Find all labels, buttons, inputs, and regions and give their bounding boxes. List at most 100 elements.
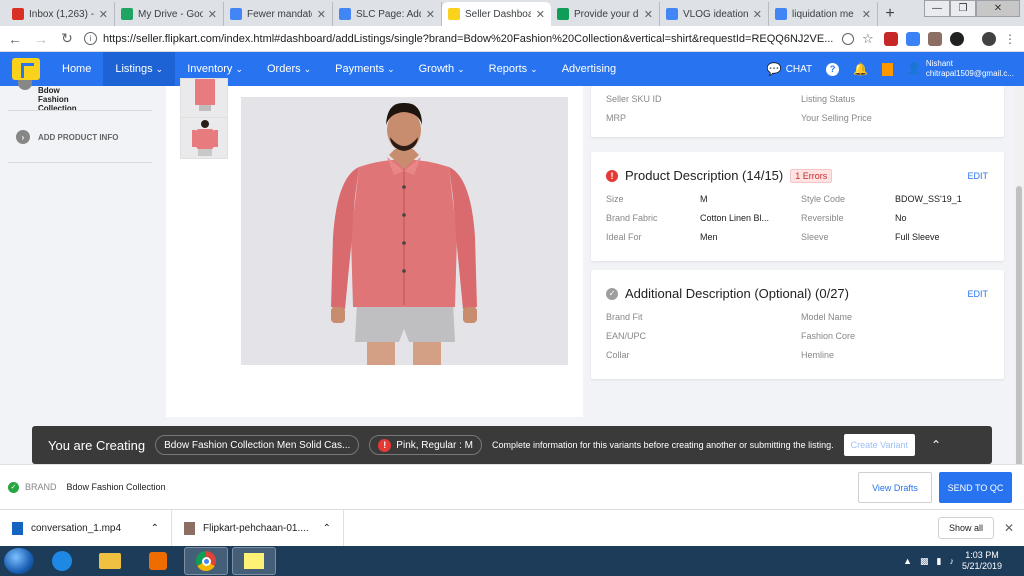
help-icon[interactable]: ? bbox=[826, 62, 840, 76]
start-button[interactable] bbox=[4, 548, 34, 574]
variant-message: Complete information for this variants b… bbox=[492, 440, 834, 450]
video-file-icon bbox=[12, 521, 23, 535]
edit-additional-description-link[interactable]: EDIT bbox=[967, 289, 988, 299]
nav-item-listings[interactable]: Listings ⌄ bbox=[103, 52, 176, 86]
clock[interactable]: 1:03 PM 5/21/2019 bbox=[962, 550, 1002, 572]
extension-icon[interactable] bbox=[950, 31, 964, 46]
address-bar: ← → ↻ i https://seller.flipkart.com/inde… bbox=[0, 26, 1024, 52]
step-add-product-info[interactable]: › ADD PRODUCT INFO bbox=[2, 130, 132, 144]
field-label: Model Name bbox=[801, 312, 853, 322]
nav-item-home[interactable]: Home bbox=[50, 52, 103, 86]
field-label: Brand Fit bbox=[606, 312, 643, 322]
main-product-image[interactable] bbox=[241, 97, 568, 365]
view-drafts-button[interactable]: View Drafts bbox=[858, 472, 932, 503]
send-to-qc-button[interactable]: SEND TO QC bbox=[939, 472, 1012, 503]
close-tab-icon[interactable]: ✕ bbox=[536, 8, 545, 21]
sidebar-divider bbox=[8, 110, 152, 111]
nav-item-growth[interactable]: Growth ⌄ bbox=[407, 52, 477, 86]
show-all-downloads-button[interactable]: Show all bbox=[937, 517, 994, 539]
close-tab-icon[interactable]: ✕ bbox=[862, 8, 871, 21]
user-menu[interactable]: 👤 Nishant chitrapal1509@gmail.c... bbox=[907, 59, 1014, 79]
profile-avatar-icon[interactable] bbox=[982, 31, 996, 46]
flipkart-logo[interactable] bbox=[12, 58, 40, 80]
download-item[interactable]: conversation_1.mp4 ⌃ bbox=[0, 509, 172, 547]
browser-tab[interactable]: My Drive - Goo ✕ bbox=[115, 2, 224, 26]
browser-tab-strip: Inbox (1,263) - ✕ My Drive - Goo ✕ Fewer man… bbox=[0, 0, 1024, 26]
nav-item-orders[interactable]: Orders ⌄ bbox=[255, 52, 323, 86]
download-name: Flipkart-pehchaan-01.... bbox=[203, 522, 309, 534]
location-icon[interactable] bbox=[842, 32, 854, 45]
star-icon[interactable]: ☆ bbox=[862, 31, 876, 46]
chevron-up-icon[interactable]: ⌃ bbox=[931, 438, 941, 452]
close-tab-icon[interactable]: ✕ bbox=[99, 8, 108, 21]
user-name: Nishant bbox=[925, 59, 953, 68]
minimize-button[interactable]: — bbox=[924, 0, 950, 17]
chat-button[interactable]: 💬 CHAT bbox=[767, 62, 812, 76]
image-thumbnail[interactable] bbox=[180, 117, 228, 159]
badge-icon[interactable] bbox=[882, 62, 894, 76]
close-tab-icon[interactable]: ✕ bbox=[317, 8, 326, 21]
browser-tab[interactable]: liquidation me ✕ bbox=[769, 2, 878, 26]
download-item[interactable]: Flipkart-pehchaan-01.... ⌃ bbox=[172, 509, 344, 547]
sticky-notes-icon[interactable] bbox=[232, 547, 276, 575]
create-variant-button[interactable]: Create Variant bbox=[843, 434, 916, 456]
browser-tab[interactable]: Provide your de ✕ bbox=[551, 2, 660, 26]
ie-icon[interactable] bbox=[40, 547, 84, 575]
field-label: Style Code bbox=[801, 194, 846, 204]
close-tab-icon[interactable]: ✕ bbox=[644, 8, 653, 21]
scrollbar-thumb[interactable] bbox=[1016, 186, 1022, 486]
back-icon[interactable]: ← bbox=[6, 31, 24, 47]
explorer-icon[interactable] bbox=[88, 547, 132, 575]
new-tab-button[interactable]: + bbox=[878, 2, 902, 26]
close-tab-icon[interactable]: ✕ bbox=[426, 8, 435, 21]
chevron-down-icon: ⌄ bbox=[530, 63, 538, 74]
browser-tab[interactable]: Fewer mandato ✕ bbox=[224, 2, 333, 26]
chevron-down-icon: ⌄ bbox=[387, 63, 395, 74]
product-name-pill[interactable]: Bdow Fashion Collection Men Solid Cas... bbox=[155, 435, 360, 455]
browser-tab[interactable]: SLC Page: Add ✕ bbox=[333, 2, 442, 26]
nav-item-reports[interactable]: Reports ⌄ bbox=[477, 52, 550, 86]
edit-product-description-link[interactable]: EDIT bbox=[967, 171, 988, 181]
browser-tab[interactable]: VLOG ideation ✕ bbox=[660, 2, 769, 26]
variant-pill[interactable]: ! Pink, Regular : M bbox=[369, 435, 482, 455]
field-value: Cotton Linen Bl... bbox=[700, 213, 770, 223]
close-icon[interactable]: ✕ bbox=[1004, 521, 1014, 535]
flipkart-icon bbox=[448, 8, 460, 20]
browser-tab[interactable]: Seller Dashboa ✕ bbox=[442, 2, 551, 26]
chrome-icon[interactable] bbox=[184, 547, 228, 575]
restore-button[interactable]: ❐ bbox=[950, 0, 976, 17]
network-icon[interactable]: ▩ bbox=[920, 556, 929, 567]
chevron-up-icon[interactable]: ⌃ bbox=[151, 523, 159, 534]
battery-icon[interactable]: ▮ bbox=[937, 556, 942, 567]
forward-icon[interactable]: → bbox=[32, 31, 50, 47]
browser-tab[interactable]: Inbox (1,263) - ✕ bbox=[6, 2, 115, 26]
field-value: Men bbox=[700, 232, 718, 242]
download-name: conversation_1.mp4 bbox=[31, 522, 122, 534]
chevron-up-icon[interactable]: ⌃ bbox=[323, 523, 331, 534]
chat-label: CHAT bbox=[785, 63, 813, 75]
image-thumbnail[interactable] bbox=[180, 78, 228, 120]
extension-icon[interactable] bbox=[928, 31, 942, 46]
page-scrollbar[interactable] bbox=[1014, 86, 1024, 509]
downloads-bar: conversation_1.mp4 ⌃ Flipkart-pehchaan-0… bbox=[0, 509, 1024, 547]
bottom-action-bar: ✓ BRAND Bdow Fashion Collection View Dra… bbox=[0, 464, 1024, 509]
media-player-icon[interactable] bbox=[136, 547, 180, 575]
menu-icon[interactable]: ⋮ bbox=[1004, 32, 1018, 46]
reload-icon[interactable]: ↻ bbox=[58, 30, 76, 47]
close-window-button[interactable]: ✕ bbox=[976, 0, 1020, 17]
system-tray: ▲ ▩ ▮ ♪ 1:03 PM 5/21/2019 bbox=[903, 550, 1024, 572]
step-brand[interactable]: Bdow Fashion Collection bbox=[2, 80, 77, 113]
bell-icon[interactable]: 🔔 bbox=[853, 62, 868, 76]
field-value: No bbox=[895, 213, 907, 223]
close-tab-icon[interactable]: ✕ bbox=[753, 8, 762, 21]
volume-icon[interactable]: ♪ bbox=[949, 556, 954, 566]
tray-arrow-icon[interactable]: ▲ bbox=[903, 556, 912, 566]
extension-icon[interactable] bbox=[906, 31, 920, 46]
nav-item-payments[interactable]: Payments ⌄ bbox=[323, 52, 406, 86]
nav-item-advertising[interactable]: Advertising bbox=[550, 52, 628, 86]
site-info-icon[interactable]: i bbox=[84, 32, 97, 45]
shield-extension-icon[interactable] bbox=[884, 31, 898, 46]
close-tab-icon[interactable]: ✕ bbox=[208, 8, 217, 21]
check-icon bbox=[18, 80, 32, 90]
url-field[interactable]: i https://seller.flipkart.com/index.html… bbox=[84, 29, 834, 49]
